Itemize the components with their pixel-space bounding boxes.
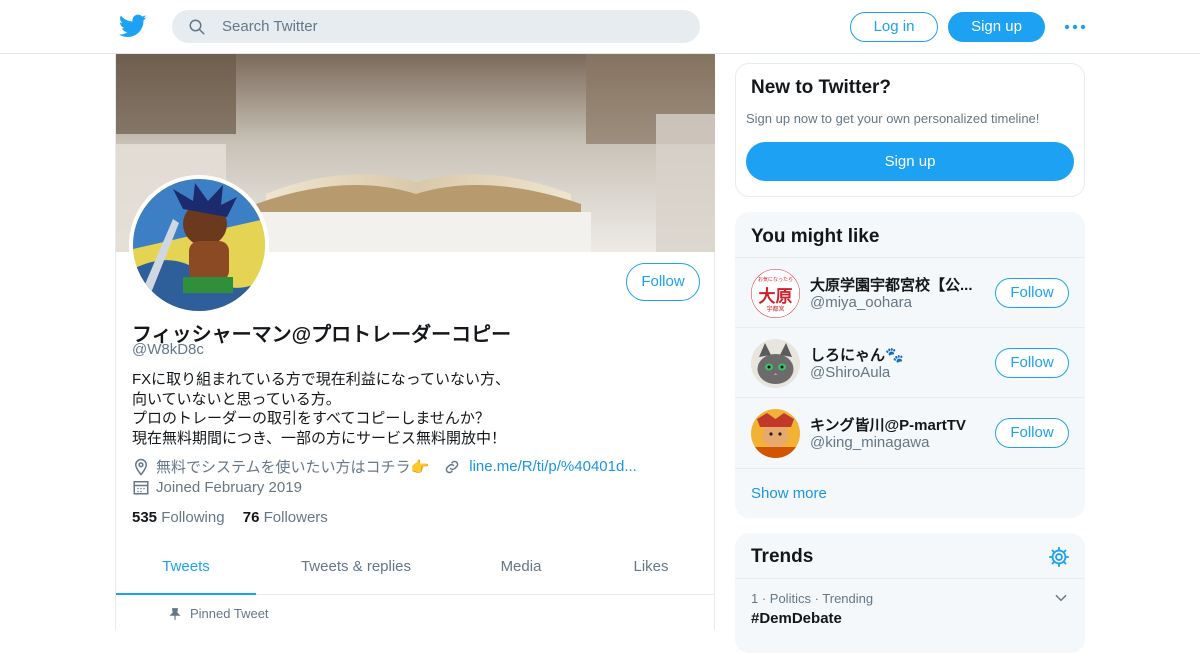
account-handle: @miya_oohara [810,294,912,311]
followers-count: 76 [242,509,260,526]
followers-label: Followers [263,509,328,526]
avatar-bottom-text: 宇都宮 [766,305,784,313]
follow-button[interactable]: Follow [995,418,1069,448]
bio-line: 向いていないと思っている方。 [132,390,341,408]
calendar-icon [133,481,149,495]
new-to-twitter-subtitle: Sign up now to get your own personalized… [746,111,1040,126]
gear-icon[interactable] [1048,546,1070,568]
account-name[interactable]: しろにゃん🐾 [810,344,904,365]
profile-tabs: Tweets Tweets & replies Media Likes [116,544,715,595]
signup-large-button[interactable]: Sign up [746,142,1074,181]
avatar[interactable] [751,339,800,388]
profile-location: 無料でシステムを使いたい方はコチラ👉 [156,459,430,476]
following-count: 535 [132,509,158,526]
top-navigation-bar: Log in Sign up [0,0,1200,54]
profile-bio: FXに取り組まれている方で現在利益になっていない方、 向いていないと思っている方… [132,370,510,448]
avatar[interactable] [751,409,800,458]
profile-website-link[interactable]: line.me/R/ti/p/%40401d... [469,458,637,475]
avatar-text: 大原 [759,286,793,307]
chevron-down-icon[interactable] [1054,591,1068,605]
signup-button[interactable]: Sign up [948,12,1045,42]
new-to-twitter-card: New to Twitter? Sign up now to get your … [735,63,1085,197]
avatar-top-text: お気になったら [758,276,793,283]
follow-button[interactable]: Follow [995,348,1069,378]
profile-stats: 535 Following 76 Followers [132,509,328,526]
more-options-icon[interactable] [1063,18,1087,36]
tab-tweets-and-replies[interactable]: Tweets & replies [276,544,436,595]
trend-category: 1 · Politics · Trending [751,591,874,606]
pinned-tweet-text: Pinned Tweet [190,606,269,621]
pinned-tweet-label: Pinned Tweet [168,606,269,621]
link-icon [445,460,459,473]
you-might-like-card: You might like お気になったら 大原 宇都宮 大原学園宇都宮校【公… [735,212,1085,518]
pin-icon [169,607,181,620]
twitter-bird-icon[interactable] [118,12,148,40]
tab-media[interactable]: Media [476,544,566,595]
profile-handle[interactable]: @W8kD8c [132,341,204,358]
tab-likes[interactable]: Likes [606,544,696,595]
bio-line: 現在無料期間につき、一部の方にサービス無料開放中！ [132,429,506,447]
follow-button[interactable]: Follow [995,278,1069,308]
trends-title: Trends [751,546,814,567]
search-icon [189,19,205,35]
trend-name[interactable]: #DemDebate [751,610,842,627]
search-input[interactable] [222,10,682,43]
account-name[interactable]: 大原学園宇都宮校【公... [810,274,973,295]
follow-button[interactable]: Follow [626,263,700,301]
login-button[interactable]: Log in [850,12,938,42]
account-name[interactable]: キング皆川@P-martTV [810,414,966,435]
bio-line: FXに取り組まれている方で現在利益になっていない方、 [132,371,510,388]
followers-stat[interactable]: 76 Followers [243,509,328,526]
location-pin-icon [134,458,148,476]
avatar[interactable]: お気になったら 大原 宇都宮 [751,269,800,318]
profile-column: Follow フィッシャーマン@プロトレーダーコピー @W8kD8c FXに取り… [115,54,715,630]
profile-avatar[interactable] [129,175,269,315]
bio-line: プロのトレーダーの取引をすべてコピーしませんか？ [132,410,490,427]
trends-divider [735,578,1085,579]
account-handle: @ShiroAula [810,364,891,381]
following-label: Following [161,509,225,526]
profile-location-link-row: 無料でシステムを使いたい方はコチラ👉 line.me/R/ti/p/%40401… [132,456,637,477]
account-handle: @king_minagawa [810,434,930,451]
new-to-twitter-title: New to Twitter? [751,77,892,98]
tab-tweets[interactable]: Tweets [116,544,256,595]
suggested-account[interactable]: お気になったら 大原 宇都宮 大原学園宇都宮校【公... @miya_oohar… [735,257,1085,327]
you-might-like-title: You might like [751,226,880,247]
suggested-account[interactable]: しろにゃん🐾 @ShiroAula Follow [735,327,1085,397]
following-stat[interactable]: 535 Following [132,509,225,526]
suggested-account[interactable]: キング皆川@P-martTV @king_minagawa Follow [735,397,1085,467]
search-box[interactable] [172,10,700,43]
profile-joined-date: Joined February 2019 [156,478,302,496]
profile-joined-row: Joined February 2019 [132,478,302,496]
show-more-link[interactable]: Show more [735,468,1085,518]
trends-card: Trends 1 · Politics · Trending #DemDebat… [735,533,1085,653]
